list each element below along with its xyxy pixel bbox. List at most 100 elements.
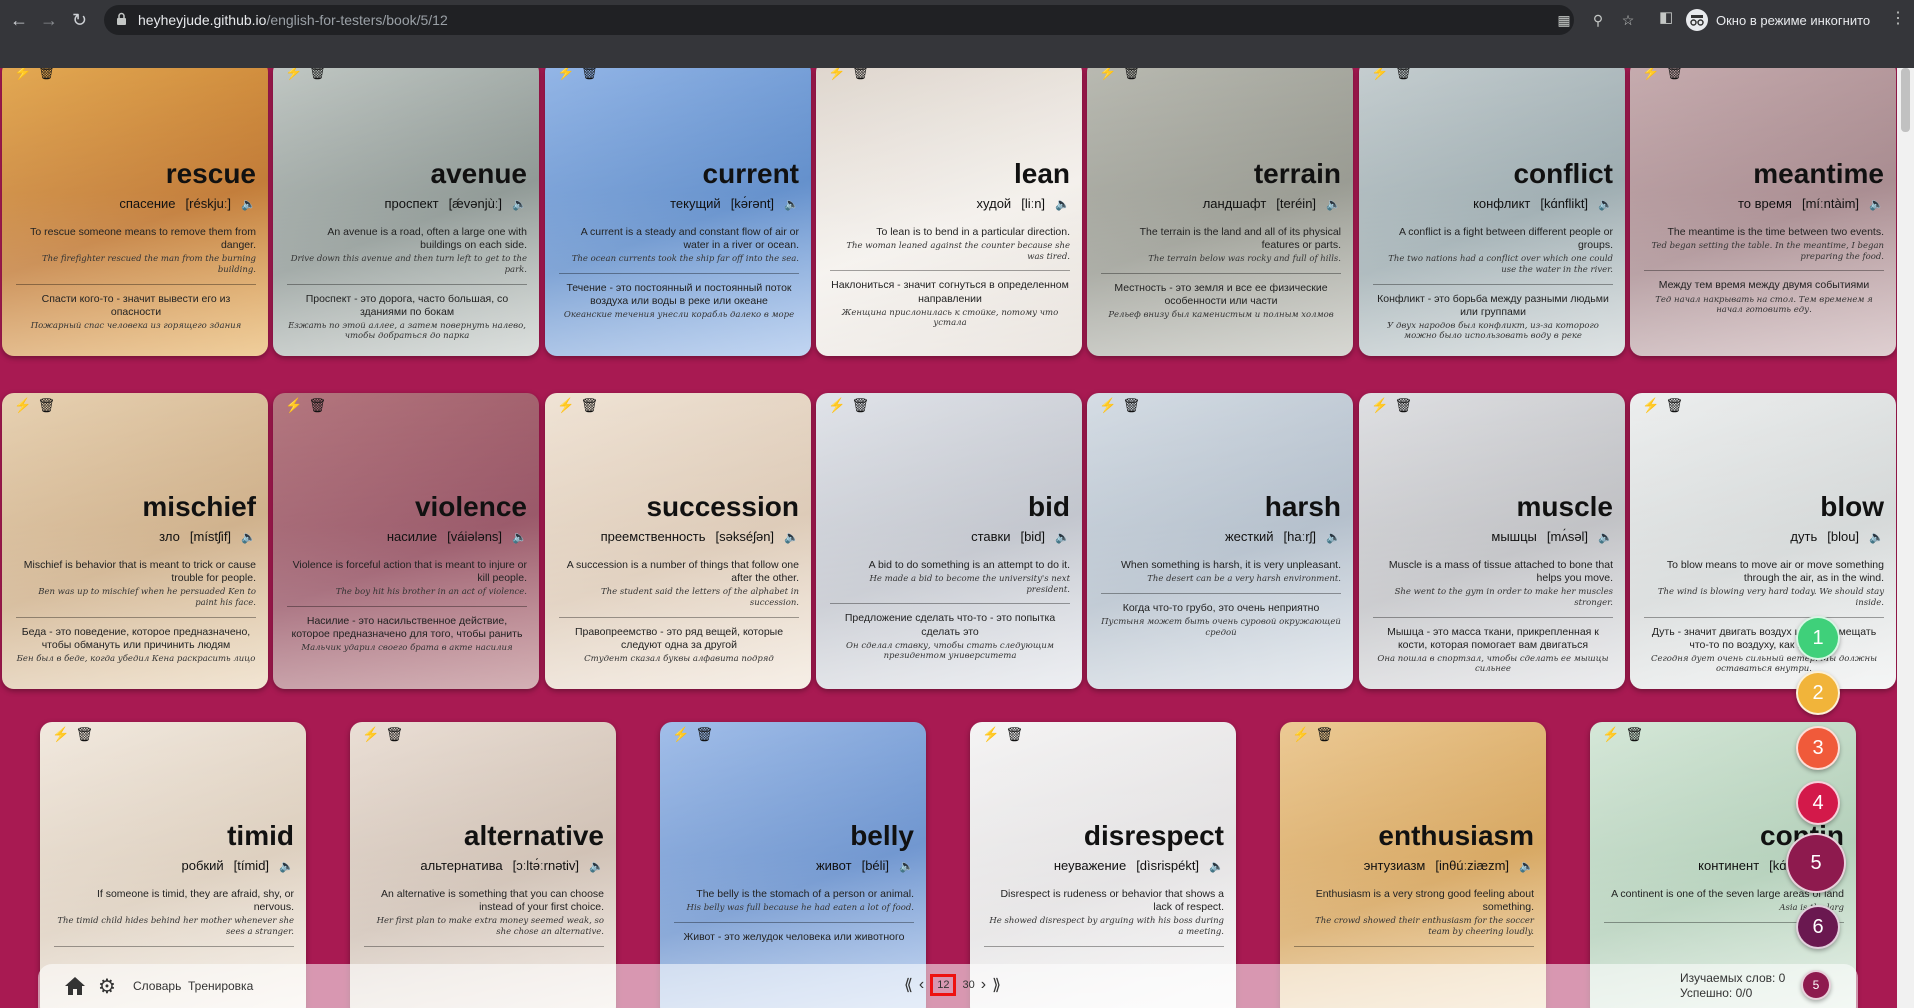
lightning-icon[interactable]: ⚡	[1642, 68, 1659, 81]
word-card[interactable]: ⚡ 🗑 conflict конфликт [kɑ́nflikt] 🔈 A co…	[1359, 68, 1625, 356]
trash-icon[interactable]: 🗑	[308, 68, 326, 81]
trash-icon[interactable]: 🗑	[308, 397, 326, 414]
trash-icon[interactable]: 🗑	[1315, 726, 1333, 743]
home-icon[interactable]	[64, 975, 86, 997]
last-page-icon[interactable]: ⟫	[992, 975, 1001, 995]
trash-icon[interactable]: 🗑	[1665, 68, 1683, 81]
next-page-icon[interactable]: ›	[981, 976, 986, 994]
speaker-icon[interactable]: 🔈	[1326, 197, 1341, 211]
bookmark-star-icon[interactable]: ☆	[1618, 10, 1638, 30]
speaker-icon[interactable]: 🔈	[899, 859, 914, 873]
word-card[interactable]: ⚡ 🗑 harsh жесткий [haːrʃ] 🔈 When somethi…	[1087, 393, 1353, 689]
lightning-icon[interactable]: ⚡	[1371, 397, 1388, 414]
speaker-icon[interactable]: 🔈	[279, 859, 294, 873]
lightning-icon[interactable]: ⚡	[14, 397, 31, 414]
word-card[interactable]: ⚡ 🗑 muscle мышцы [mʌ́səl] 🔈 Muscle is a …	[1359, 393, 1625, 689]
back-button[interactable]: ←	[10, 9, 28, 31]
speaker-icon[interactable]: 🔈	[512, 197, 527, 211]
trash-icon[interactable]: 🗑	[1122, 68, 1140, 81]
lightning-icon[interactable]: ⚡	[557, 397, 574, 414]
lightning-icon[interactable]: ⚡	[557, 68, 574, 81]
reload-button[interactable]: ↻	[72, 9, 87, 31]
prev-page-icon[interactable]: ‹	[919, 976, 924, 994]
lightning-icon[interactable]: ⚡	[828, 397, 845, 414]
speaker-icon[interactable]: 🔈	[1598, 197, 1613, 211]
trash-icon[interactable]: 🗑	[37, 68, 55, 81]
speaker-icon[interactable]: 🔈	[1519, 859, 1534, 873]
speaker-icon[interactable]: 🔈	[512, 530, 527, 544]
word-card[interactable]: ⚡ 🗑 terrain ландшафт [teréin] 🔈 The terr…	[1087, 68, 1353, 356]
zoom-icon[interactable]: ⚲	[1588, 10, 1608, 30]
word-card[interactable]: ⚡ 🗑 succession преемственность [səkséʃən…	[545, 393, 811, 689]
current-page[interactable]: 12	[930, 974, 957, 996]
lightning-icon[interactable]: ⚡	[1602, 726, 1619, 743]
trash-icon[interactable]: 🗑	[580, 68, 598, 81]
trash-icon[interactable]: 🗑	[37, 397, 55, 414]
word-card[interactable]: ⚡ 🗑 current текущий [kə́rənt] 🔈 A curren…	[545, 68, 811, 356]
trash-icon[interactable]: 🗑	[1665, 397, 1683, 414]
browser-menu-icon[interactable]: ⋮	[1890, 8, 1906, 28]
first-page-icon[interactable]: ⟪	[904, 975, 913, 995]
gear-icon[interactable]: ⚙	[98, 974, 116, 999]
speaker-icon[interactable]: 🔈	[784, 197, 799, 211]
lightning-icon[interactable]: ⚡	[285, 397, 302, 414]
trash-icon[interactable]: 🗑	[1394, 68, 1412, 81]
speaker-icon[interactable]: 🔈	[241, 197, 256, 211]
trash-icon[interactable]: 🗑	[1625, 726, 1643, 743]
trash-icon[interactable]: 🗑	[851, 68, 869, 81]
word-card[interactable]: ⚡ 🗑 meantime то время [míːntàim] 🔈 The m…	[1630, 68, 1896, 356]
lightning-icon[interactable]: ⚡	[285, 68, 302, 81]
word-card[interactable]: ⚡ 🗑 rescue спасение [réskjuː] 🔈 To rescu…	[2, 68, 268, 356]
lightning-icon[interactable]: ⚡	[52, 726, 69, 743]
lightning-icon[interactable]: ⚡	[672, 726, 689, 743]
word-card[interactable]: ⚡ 🗑 mischief зло [místʃif] 🔈 Mischief is…	[2, 393, 268, 689]
trash-icon[interactable]: 🗑	[695, 726, 713, 743]
speaker-icon[interactable]: 🔈	[1209, 859, 1224, 873]
lightning-icon[interactable]: ⚡	[362, 726, 379, 743]
mini-level-badge[interactable]: 5	[1801, 970, 1831, 1000]
lightning-icon[interactable]: ⚡	[1642, 397, 1659, 414]
dictionary-link[interactable]: Словарь	[133, 979, 181, 993]
lightning-icon[interactable]: ⚡	[1371, 68, 1388, 81]
trash-icon[interactable]: 🗑	[1122, 397, 1140, 414]
trash-icon[interactable]: 🗑	[1394, 397, 1412, 414]
speaker-icon[interactable]: 🔈	[1326, 530, 1341, 544]
word-card[interactable]: ⚡ 🗑 violence насилие [váiələns] 🔈 Violen…	[273, 393, 539, 689]
speaker-icon[interactable]: 🔈	[1598, 530, 1613, 544]
trash-icon[interactable]: 🗑	[75, 726, 93, 743]
word-card[interactable]: ⚡ 🗑 bid ставки [bid] 🔈 A bid to do somet…	[816, 393, 1082, 689]
speaker-icon[interactable]: 🔈	[1869, 197, 1884, 211]
lightning-icon[interactable]: ⚡	[1099, 68, 1116, 81]
trash-icon[interactable]: 🗑	[385, 726, 403, 743]
speaker-icon[interactable]: 🔈	[784, 530, 799, 544]
address-bar[interactable]: heyheyjude.github.io/english-for-testers…	[104, 5, 1634, 35]
lightning-icon[interactable]: ⚡	[1292, 726, 1309, 743]
speaker-icon[interactable]: 🔈	[1869, 530, 1884, 544]
training-link[interactable]: Тренировка	[188, 979, 253, 993]
level-2-button[interactable]: 2	[1796, 671, 1840, 715]
trash-icon[interactable]: 🗑	[580, 397, 598, 414]
level-6-button[interactable]: 6	[1796, 905, 1840, 949]
level-4-button[interactable]: 4	[1796, 781, 1840, 825]
word-card[interactable]: ⚡ 🗑 blow дуть [blou] 🔈 To blow means to …	[1630, 393, 1896, 689]
translate-icon[interactable]: ▦	[1554, 10, 1574, 30]
level-3-button[interactable]: 3	[1796, 726, 1840, 770]
lightning-icon[interactable]: ⚡	[828, 68, 845, 81]
scrollbar[interactable]	[1897, 68, 1914, 1008]
speaker-icon[interactable]: 🔈	[1055, 530, 1070, 544]
speaker-icon[interactable]: 🔈	[589, 859, 604, 873]
word-card[interactable]: ⚡ 🗑 avenue проспект [ǽvənjùː] 🔈 An avenu…	[273, 68, 539, 356]
level-5-button[interactable]: 5	[1786, 833, 1846, 893]
lightning-icon[interactable]: ⚡	[1099, 397, 1116, 414]
speaker-icon[interactable]: 🔈	[241, 530, 256, 544]
word-card[interactable]: ⚡ 🗑 lean худой [liːn] 🔈 To lean is to be…	[816, 68, 1082, 356]
trash-icon[interactable]: 🗑	[851, 397, 869, 414]
scrollbar-thumb[interactable]	[1901, 68, 1910, 132]
trash-icon[interactable]: 🗑	[1005, 726, 1023, 743]
speaker-icon[interactable]: 🔈	[1055, 197, 1070, 211]
side-panel-icon[interactable]: ◧	[1659, 8, 1673, 26]
level-1-button[interactable]: 1	[1796, 616, 1840, 660]
lightning-icon[interactable]: ⚡	[982, 726, 999, 743]
incognito-indicator[interactable]: Окно в режиме инкогнито	[1686, 7, 1870, 33]
forward-button[interactable]: →	[40, 9, 58, 31]
